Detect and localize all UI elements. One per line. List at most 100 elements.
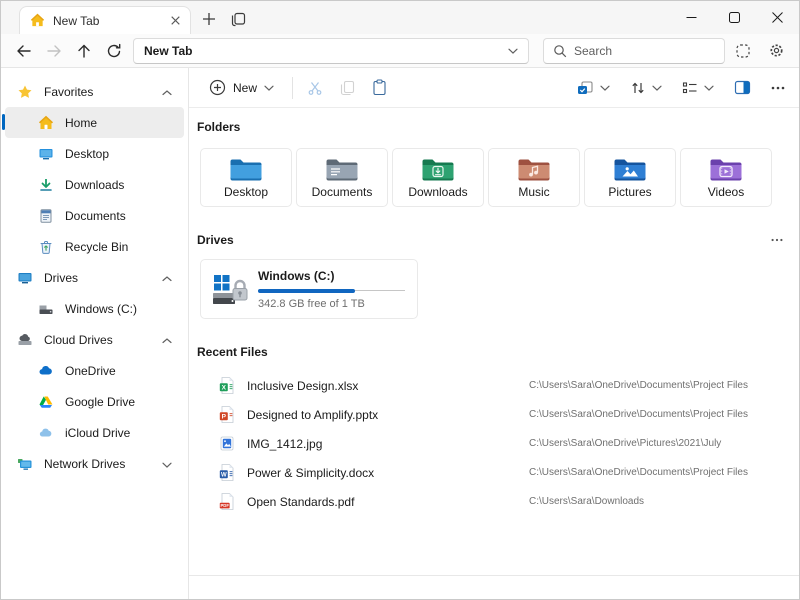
refresh-button[interactable] bbox=[99, 37, 129, 65]
folder-card-label: Documents bbox=[312, 185, 373, 199]
folder-downloads-icon bbox=[421, 156, 455, 183]
sidebar-item-downloads[interactable]: Downloads bbox=[5, 169, 184, 200]
maximize-button[interactable] bbox=[713, 1, 756, 33]
word-file-icon: W bbox=[219, 463, 236, 482]
star-icon bbox=[17, 84, 33, 100]
sidebar-item-icloud-drive[interactable]: iCloud Drive bbox=[5, 417, 184, 448]
search-icon bbox=[553, 44, 567, 58]
recent-files-list: X Inclusive Design.xlsx C:\Users\Sara\On… bbox=[197, 371, 783, 516]
sort-arrows-icon bbox=[630, 80, 646, 96]
view-button[interactable] bbox=[682, 81, 714, 95]
recent-file-row[interactable]: PDF Open Standards.pdf C:\Users\Sara\Dow… bbox=[197, 487, 783, 516]
window-controls bbox=[670, 1, 799, 34]
search-placeholder: Search bbox=[574, 44, 612, 58]
new-tab-button[interactable] bbox=[199, 9, 219, 29]
folder-card-music[interactable]: Music bbox=[488, 148, 580, 207]
document-icon bbox=[38, 208, 54, 224]
chevron-up-icon[interactable] bbox=[162, 85, 172, 99]
cloud-drive-icon bbox=[17, 332, 33, 348]
drive-card-windows-c[interactable]: Windows (C:) 342.8 GB free of 1 TB bbox=[200, 259, 418, 319]
sidebar-item-home[interactable]: Home bbox=[5, 107, 184, 138]
network-drive-icon bbox=[17, 456, 33, 472]
sidebar-section-favorites[interactable]: Favorites bbox=[5, 76, 184, 107]
recent-file-row[interactable]: P Designed to Amplify.pptx C:\Users\Sara… bbox=[197, 400, 783, 429]
details-pane-icon bbox=[734, 80, 751, 95]
back-button[interactable] bbox=[9, 37, 39, 65]
recent-file-name: Power & Simplicity.docx bbox=[247, 466, 529, 480]
recent-file-path: C:\Users\Sara\OneDrive\Documents\Project… bbox=[529, 380, 748, 391]
folder-card-desktop[interactable]: Desktop bbox=[200, 148, 292, 207]
view-list-icon bbox=[682, 81, 698, 95]
drive-usage-bar bbox=[258, 288, 405, 294]
cut-button[interactable] bbox=[307, 80, 323, 96]
paste-button[interactable] bbox=[372, 79, 387, 96]
folder-card-pictures[interactable]: Pictures bbox=[584, 148, 676, 207]
sidebar-section-drives[interactable]: Drives bbox=[5, 262, 184, 293]
sidebar-item-label: Drives bbox=[44, 271, 78, 285]
search-input[interactable]: Search bbox=[543, 38, 725, 64]
home-view: Folders Desktop Documents Downloads bbox=[189, 108, 799, 575]
sidebar-section-network-drives[interactable]: Network Drives bbox=[5, 448, 184, 479]
icloud-cloud-icon bbox=[38, 425, 54, 441]
toolbar-divider bbox=[292, 77, 293, 99]
folder-pictures-icon bbox=[613, 156, 647, 183]
sidebar-item-google-drive[interactable]: Google Drive bbox=[5, 386, 184, 417]
sidebar-item-windows-c[interactable]: Windows (C:) bbox=[5, 293, 184, 324]
folder-card-documents[interactable]: Documents bbox=[296, 148, 388, 207]
command-bar: New bbox=[189, 68, 799, 108]
recent-file-row[interactable]: X Inclusive Design.xlsx C:\Users\Sara\On… bbox=[197, 371, 783, 400]
drives-monitor-icon bbox=[17, 270, 33, 286]
home-icon bbox=[30, 13, 45, 28]
forward-button[interactable] bbox=[39, 37, 69, 65]
settings-gear-icon[interactable] bbox=[768, 42, 785, 59]
sidebar-item-documents[interactable]: Documents bbox=[5, 200, 184, 231]
new-button[interactable]: New bbox=[205, 75, 278, 100]
folder-videos-icon bbox=[709, 156, 743, 183]
recent-file-row[interactable]: IMG_1412.jpg C:\Users\Sara\OneDrive\Pict… bbox=[197, 429, 783, 458]
sort-button[interactable] bbox=[630, 80, 662, 96]
sidebar-item-label: OneDrive bbox=[65, 364, 116, 378]
tab-overview-icon[interactable] bbox=[228, 9, 248, 29]
recent-file-name: IMG_1412.jpg bbox=[247, 437, 529, 451]
copy-button[interactable] bbox=[340, 80, 355, 96]
address-bar[interactable]: New Tab bbox=[133, 38, 529, 64]
see-more-button[interactable] bbox=[771, 86, 785, 90]
minimize-button[interactable] bbox=[670, 1, 713, 33]
folder-card-downloads[interactable]: Downloads bbox=[392, 148, 484, 207]
sidebar-item-label: Downloads bbox=[65, 178, 124, 192]
folder-card-label: Desktop bbox=[224, 185, 268, 199]
folder-card-label: Videos bbox=[708, 185, 744, 199]
chevron-up-icon[interactable] bbox=[162, 333, 172, 347]
up-button[interactable] bbox=[69, 37, 99, 65]
tab-new-tab[interactable]: New Tab bbox=[19, 6, 191, 34]
chevron-down-icon[interactable] bbox=[162, 457, 172, 471]
sidebar-section-cloud-drives[interactable]: Cloud Drives bbox=[5, 324, 184, 355]
navigation-pane: Favorites Home Desktop Downloads Documen… bbox=[1, 68, 189, 599]
folder-desktop-icon bbox=[229, 156, 263, 183]
desktop-icon bbox=[38, 146, 54, 162]
selection-marquee-icon[interactable] bbox=[735, 43, 751, 59]
recent-file-name: Inclusive Design.xlsx bbox=[247, 379, 529, 393]
sidebar-item-label: Home bbox=[65, 116, 97, 130]
drives-see-more-button[interactable] bbox=[771, 238, 783, 242]
sidebar-item-desktop[interactable]: Desktop bbox=[5, 138, 184, 169]
chevron-down-icon[interactable] bbox=[508, 48, 518, 54]
bitlocker-drive-icon bbox=[211, 272, 249, 306]
folder-card-label: Pictures bbox=[608, 185, 651, 199]
chevron-down-icon bbox=[600, 85, 610, 91]
close-button[interactable] bbox=[756, 1, 799, 33]
folder-card-videos[interactable]: Videos bbox=[680, 148, 772, 207]
address-row: New Tab Search bbox=[1, 34, 799, 68]
sidebar-item-onedrive[interactable]: OneDrive bbox=[5, 355, 184, 386]
sidebar-item-recycle-bin[interactable]: Recycle Bin bbox=[5, 231, 184, 262]
home-icon bbox=[38, 115, 54, 131]
tab-close-button[interactable] bbox=[166, 12, 184, 30]
ellipsis-icon bbox=[771, 86, 785, 90]
select-button[interactable] bbox=[576, 80, 610, 96]
drive-name: Windows (C:) bbox=[258, 269, 405, 283]
details-pane-button[interactable] bbox=[734, 80, 751, 95]
chevron-up-icon[interactable] bbox=[162, 271, 172, 285]
drives-section-title: Drives bbox=[197, 233, 234, 247]
recent-file-row[interactable]: W Power & Simplicity.docx C:\Users\Sara\… bbox=[197, 458, 783, 487]
sidebar-item-label: Cloud Drives bbox=[44, 333, 113, 347]
